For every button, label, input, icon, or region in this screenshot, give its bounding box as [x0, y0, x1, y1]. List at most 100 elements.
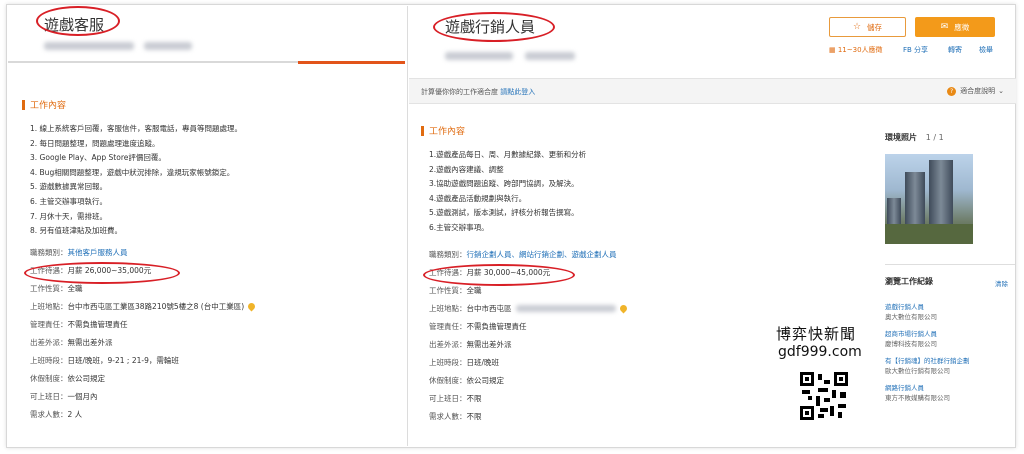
list-item: 4. Bug相關問題整理，遊戲中狀況排除，違規玩家帳號鎖定。 [30, 167, 235, 177]
map-pin-icon[interactable] [618, 303, 628, 314]
blurred-company [44, 42, 134, 50]
field-label: 出差外派： [30, 338, 68, 347]
field-label: 休假制度： [429, 376, 467, 385]
field-label: 上班地點： [429, 304, 467, 313]
field-row-hours: 上班時段： 日班/晚班，9-21 ; 21-9，需輪班 [30, 352, 255, 370]
right-job-panel: 遊戲行銷人員 ☆ 儲存 ✉ 應徵 ▦ 11~30人應徵 FB 分享 轉寄 檢舉 … [409, 6, 1016, 446]
history-company: 歐大數位行銷有限公司 [885, 367, 950, 375]
blurred-address [515, 305, 616, 312]
field-label: 工作性質： [30, 284, 68, 293]
history-company: 慶博科技有限公司 [885, 340, 937, 348]
field-value: 不需負擔管理責任 [466, 322, 527, 331]
list-item: 7. 月休十天，需排班。 [30, 211, 108, 221]
trees-shape [885, 224, 973, 244]
section-title: 工作內容 [429, 127, 466, 137]
list-item: 4.遊戲產品活動規劃與執行。 [429, 193, 527, 203]
field-label: 可上班日： [429, 394, 467, 403]
watermark-url: gdf999.com [778, 344, 862, 360]
photos-heading: 環境照片 1 / 1 [885, 132, 944, 143]
screenshot-frame: 遊戲客服 工作內容 1. 線上系統客戶回覆，客服信件，客服電話，專員等問題處理。… [0, 0, 1024, 454]
field-row-location: 上班地點： 台中市西屯區工業區38路210號5樓之8 (台中工業區) [30, 298, 257, 316]
list-item: 3.協助遊戲問題追蹤、跨部門協調，及解決。 [429, 179, 579, 189]
applicants-label: 11~30人應徵 [837, 46, 883, 54]
history-job-title[interactable]: 網路行銷人員 [885, 383, 970, 393]
fit-prompt-text: 計算優你你的工作適合度 [421, 88, 498, 96]
field-label: 職務類別： [30, 248, 68, 257]
applicants-count[interactable]: ▦ 11~30人應徵 [829, 45, 883, 55]
field-value: 依公司規定 [67, 374, 106, 383]
category-link[interactable]: 行銷企劃人員、網站行銷企劃、遊戲企劃人員 [467, 246, 617, 264]
field-label: 上班時段： [30, 356, 68, 365]
history-list: 遊戲行銷人員 奧大數位有限公司 超商市場行銷人員 慶博科技有限公司 有【行銷魂】… [885, 302, 970, 410]
field-value: 無需出差外派 [67, 338, 113, 347]
list-item: 8. 另有值班津貼及加班費。 [30, 226, 123, 236]
field-row-headcount: 需求人數： 2 人 [30, 406, 255, 424]
question-icon: ? [947, 86, 957, 96]
field-label: 職務類別： [429, 250, 467, 259]
history-company: 東方不敗媒購有限公司 [885, 394, 950, 402]
save-button[interactable]: ☆ 儲存 [829, 17, 906, 37]
history-clear-link[interactable]: 清除 [995, 278, 1008, 288]
field-label: 上班地點： [30, 302, 68, 311]
field-label: 管理責任： [429, 322, 467, 331]
apply-label: 應徵 [954, 22, 970, 32]
field-row-start: 可上班日： 一個月內 [30, 388, 255, 406]
watermark-name: 博弈快新聞 [776, 325, 857, 343]
field-label: 休假制度： [30, 374, 68, 383]
field-row-category: 職務類別： 其他客戶服務人員 [30, 244, 255, 262]
calendar-icon: ▦ [829, 46, 838, 54]
field-row-headcount: 需求人數： 不限 [429, 408, 627, 426]
history-company: 奧大數位有限公司 [885, 313, 937, 321]
qr-code-icon [800, 372, 848, 420]
list-item[interactable]: 超商市場行銷人員 慶博科技有限公司 [885, 329, 970, 349]
divider-line [885, 264, 1015, 265]
left-duties-list: 1. 線上系統客戶回覆，客服信件，客服電話，專員等問題處理。 2. 每日問題整理… [30, 122, 242, 239]
section-marker [421, 125, 424, 136]
section-marker [22, 99, 25, 110]
field-row-management: 管理責任： 不需負擔管理責任 [30, 316, 255, 334]
history-job-title[interactable]: 遊戲行銷人員 [885, 302, 970, 312]
blurred-company-detail [525, 52, 575, 60]
list-item[interactable]: 有【行銷魂】的社群行銷企劃 歐大數位行銷有限公司 [885, 356, 970, 376]
field-row-travel: 出差外派： 無需出差外派 [429, 336, 627, 354]
field-row-location: 上班地點： 台中市西屯區 [429, 300, 628, 318]
list-item: 3. Google Play、App Store評價回覆。 [30, 153, 166, 163]
history-job-title[interactable]: 有【行銷魂】的社群行銷企劃 [885, 356, 970, 366]
forward-link[interactable]: 轉寄 [948, 45, 962, 55]
field-value: 台中市西屯區工業區38路210號5樓之8 (台中工業區) [67, 302, 245, 311]
mail-icon: ✉ [940, 22, 949, 32]
list-item[interactable]: 遊戲行銷人員 奧大數位有限公司 [885, 302, 970, 322]
field-row-category: 職務類別： 行銷企劃人員、網站行銷企劃、遊戲企劃人員 [429, 246, 627, 264]
list-item[interactable]: 網路行銷人員 東方不敗媒購有限公司 [885, 383, 970, 403]
report-link[interactable]: 檢舉 [979, 45, 993, 55]
list-item: 2.遊戲內容建議、調整 [429, 164, 504, 174]
field-label: 出差外派： [429, 340, 467, 349]
red-circle-annotation [433, 12, 555, 42]
right-duties-list: 1.遊戲產品每日、周、月數據紀錄、更新和分析 2.遊戲內容建議、調整 3.協助遊… [429, 148, 586, 236]
fit-help[interactable]: ? 適合度說明 ⌄ [947, 86, 1004, 96]
field-label: 上班時段： [429, 358, 467, 367]
save-label: 儲存 [867, 22, 883, 32]
field-label: 管理責任： [30, 320, 68, 329]
apply-button[interactable]: ✉ 應徵 [915, 17, 995, 37]
blurred-company [445, 52, 513, 60]
map-pin-icon[interactable] [246, 301, 257, 312]
history-title: 瀏覽工作紀錄 [885, 277, 933, 286]
list-item: 5.遊戲測試，版本測試，評核分析報告撰寫。 [429, 208, 579, 218]
field-label: 需求人數： [30, 410, 68, 419]
blurred-company-detail [144, 42, 192, 50]
field-row-leave: 休假制度： 依公司規定 [30, 370, 255, 388]
field-row-start: 可上班日： 不限 [429, 390, 627, 408]
field-row-travel: 出差外派： 無需出差外派 [30, 334, 255, 352]
red-circle-salary [24, 262, 180, 284]
history-job-title[interactable]: 超商市場行銷人員 [885, 329, 970, 339]
field-value: 不限 [466, 394, 482, 403]
list-item: 1. 線上系統客戶回覆，客服信件，客服電話，專員等問題處理。 [30, 124, 243, 133]
login-link[interactable]: 請點此登入 [500, 88, 535, 96]
fb-share-link[interactable]: FB 分享 [903, 45, 928, 55]
office-photo[interactable] [885, 154, 973, 244]
field-label: 工作性質： [429, 286, 467, 295]
field-row-type: 工作性質： 全職 [30, 280, 255, 298]
left-section-heading: 工作內容 [22, 98, 66, 111]
category-link[interactable]: 其他客戶服務人員 [68, 244, 128, 262]
